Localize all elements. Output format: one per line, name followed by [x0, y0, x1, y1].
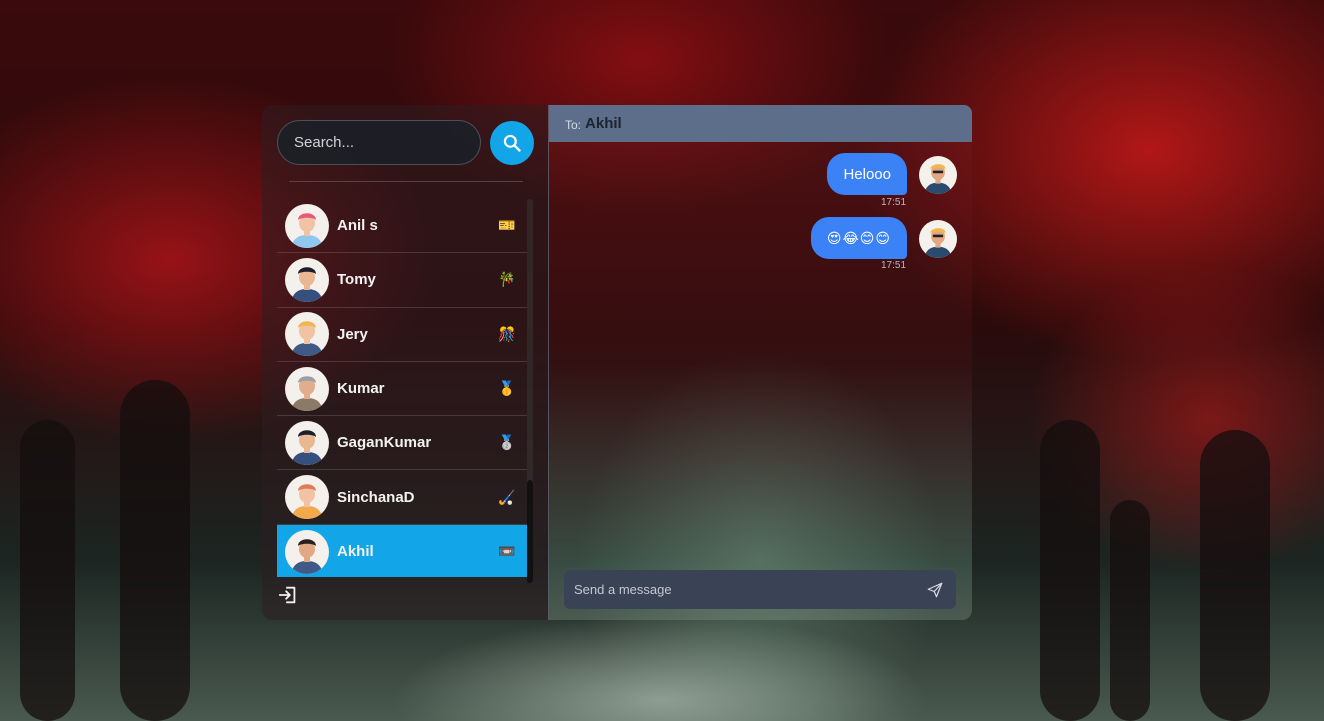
contact-name: Akhil	[337, 543, 374, 561]
avatar-image	[291, 375, 323, 411]
avatar-image	[291, 321, 323, 357]
avatar	[285, 366, 329, 411]
avatar	[285, 203, 329, 248]
divider	[289, 181, 523, 182]
status-badge: 🥈	[498, 434, 516, 451]
status-badge: 📼	[498, 543, 516, 560]
avatar-image	[291, 430, 323, 465]
contact-name: Kumar	[337, 380, 385, 398]
chat-panel: To: Akhil Helooo 17:51 😍😂😊😊 17:51 Send a…	[549, 105, 972, 620]
background-tree-trunk	[1040, 420, 1100, 721]
avatar	[285, 312, 329, 357]
contact-item[interactable]: Tomy 🎋	[277, 253, 527, 308]
contact-item[interactable]: Akhil 📼	[277, 524, 527, 577]
message-bubble: Helooo	[827, 153, 907, 195]
chat-app-window: Anil s 🎫 Tomy 🎋 Jery 🎊 Kumar 🥇 GaganKumar 🥈 Sincha…	[262, 105, 972, 620]
logout-button[interactable]	[277, 584, 301, 606]
avatar	[919, 220, 957, 258]
contact-name: SinchanaD	[337, 488, 415, 506]
avatar	[285, 420, 329, 465]
message-bubble: 😍😂😊😊	[810, 217, 907, 259]
avatar-image	[291, 484, 323, 520]
message-input[interactable]	[574, 582, 924, 597]
send-icon	[927, 582, 943, 597]
logout-icon	[278, 586, 296, 604]
avatar	[919, 156, 957, 194]
avatar	[285, 257, 329, 302]
contact-name: Anil s	[337, 217, 378, 235]
contact-list: Anil s 🎫 Tomy 🎋 Jery 🎊 Kumar 🥇 GaganKumar 🥈 Sincha…	[277, 199, 527, 577]
message-item: Helooo	[827, 153, 957, 195]
message-time: 17:51	[881, 197, 907, 208]
background-tree-trunk	[20, 420, 75, 721]
background-tree-trunk	[120, 380, 190, 721]
to-label: To:	[565, 117, 582, 132]
send-button[interactable]	[924, 579, 946, 601]
avatar-image	[924, 164, 952, 194]
avatar-image	[924, 228, 952, 258]
sidebar: Anil s 🎫 Tomy 🎋 Jery 🎊 Kumar 🥇 GaganKumar 🥈 Sincha…	[262, 105, 549, 620]
avatar-image	[291, 267, 323, 302]
contact-item[interactable]: Jery 🎊	[277, 308, 527, 362]
search-icon	[503, 134, 521, 152]
status-badge: 🎫	[498, 217, 516, 234]
status-badge: 🏑	[498, 488, 516, 505]
avatar	[285, 529, 329, 574]
status-badge: 🎊	[498, 325, 516, 342]
contact-item[interactable]: SinchanaD 🏑	[277, 470, 527, 525]
background-tree-trunk	[1110, 500, 1150, 721]
status-badge: 🥇	[498, 380, 516, 397]
recipient-name: Akhil	[585, 115, 622, 132]
chat-header: To: Akhil	[549, 105, 972, 142]
search-input[interactable]	[277, 120, 481, 165]
message-composer	[564, 570, 956, 609]
avatar-image	[291, 212, 323, 248]
scrollbar-thumb[interactable]	[527, 480, 533, 583]
contact-name: Tomy	[337, 271, 376, 289]
contact-name: GaganKumar	[337, 434, 432, 452]
contact-name: Jery	[337, 325, 368, 343]
status-badge: 🎋	[498, 271, 516, 288]
contact-item[interactable]: Anil s 🎫	[277, 199, 527, 254]
avatar	[285, 475, 329, 520]
background-tree-trunk	[1200, 430, 1270, 721]
search-button[interactable]	[490, 121, 534, 165]
search-bar	[277, 120, 534, 166]
message-item: 😍😂😊😊	[810, 217, 957, 259]
contact-item[interactable]: GaganKumar 🥈	[277, 416, 527, 471]
avatar-image	[291, 539, 323, 574]
message-time: 17:51	[881, 260, 907, 271]
contact-item[interactable]: Kumar 🥇	[277, 362, 527, 417]
